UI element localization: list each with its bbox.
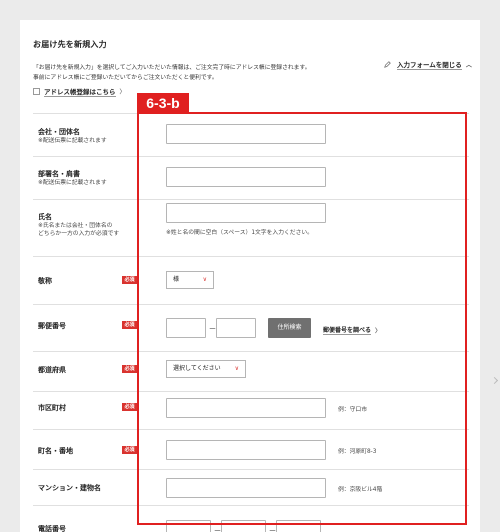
department-input[interactable]	[166, 167, 326, 187]
address-book-checkbox[interactable]	[33, 88, 40, 95]
lookup-postal-code-link[interactable]: 郵便番号を調べる 〉	[323, 325, 381, 335]
prefecture-row: 都道府県 必須 選択してください ∨	[33, 351, 469, 391]
name-input[interactable]	[166, 203, 326, 223]
phone-third-input[interactable]	[276, 520, 321, 532]
form-description: 「お届け先を新規入力」を選択してご入力いただいた情報は、ご注文完了時にアドレス帳…	[33, 65, 311, 81]
honorific-select[interactable]: 様 ∨	[166, 271, 214, 289]
phone-row: 電話番号 ー ー	[33, 505, 469, 532]
town-row: 町名・番地 必須 例：河原町8-3	[33, 429, 469, 469]
required-badge: 必須	[122, 321, 137, 329]
address-book-link[interactable]: アドレス帳登録はこちら	[44, 86, 116, 97]
chevron-down-icon: ∨	[234, 365, 239, 372]
required-badge: 必須	[122, 365, 137, 373]
chevron-up-icon: ︿	[465, 62, 472, 69]
annotation-tag: 6-3-b	[137, 93, 189, 114]
new-address-form-card: お届け先を新規入力 「お届け先を新規入力」を選択してご入力いただいた情報は、ご注…	[20, 20, 480, 532]
form-title: お届け先を新規入力	[33, 40, 107, 49]
department-row: 部署名・肩書 ※配送伝票に記載されます	[33, 156, 469, 199]
name-row: 氏名 ※氏名または会社・団体名の どちらか一方の入力が必須です ※姓と名の間に空…	[33, 199, 469, 256]
pencil-icon	[384, 61, 391, 68]
postal-code-first-input[interactable]	[166, 318, 206, 338]
building-row: マンション・建物名 例：京阪ビル4階	[33, 469, 469, 505]
city-input[interactable]	[166, 398, 326, 418]
company-input[interactable]	[166, 124, 326, 144]
chevron-right-icon	[490, 376, 499, 385]
chevron-right-icon: 〉	[119, 89, 126, 96]
honorific-row: 敬称 必須 様 ∨	[33, 256, 469, 304]
company-row: 会社・団体名 ※配送伝票に記載されます	[33, 113, 469, 156]
close-form-link[interactable]: 入力フォームを閉じる ︿	[384, 59, 472, 70]
required-badge: 必須	[122, 276, 137, 284]
chevron-down-icon: ∨	[202, 276, 207, 283]
building-input[interactable]	[166, 478, 326, 498]
town-input[interactable]	[166, 440, 326, 460]
address-search-button[interactable]: 住所検索	[268, 318, 311, 338]
phone-second-input[interactable]	[221, 520, 266, 532]
address-book-row: アドレス帳登録はこちら 〉	[33, 86, 126, 97]
required-badge: 必須	[122, 446, 137, 454]
phone-first-input[interactable]	[166, 520, 211, 532]
city-row: 市区町村 必須 例：守口市	[33, 391, 469, 429]
required-badge: 必須	[122, 403, 137, 411]
prefecture-select[interactable]: 選択してください ∨	[166, 360, 246, 378]
postal-row: 郵便番号 必須 ー 住所検索 郵便番号を調べる 〉	[33, 304, 469, 351]
chevron-right-icon: 〉	[375, 327, 382, 335]
postal-code-second-input[interactable]	[216, 318, 256, 338]
